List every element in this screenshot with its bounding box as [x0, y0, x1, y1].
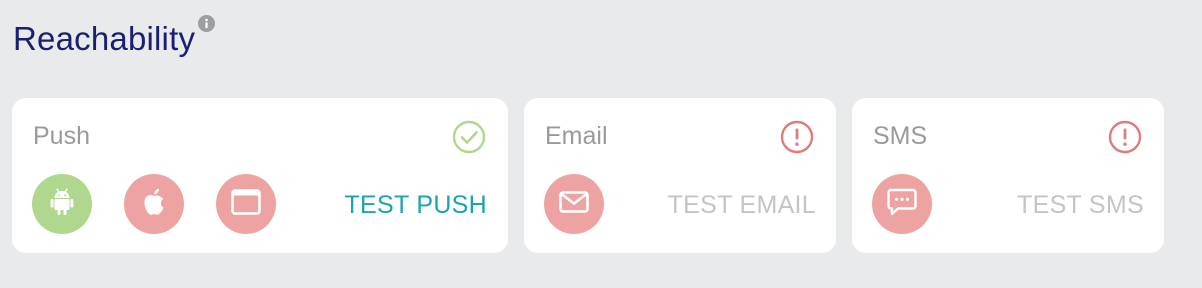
reachability-header: Reachability: [13, 14, 216, 64]
check-circle-icon: [452, 120, 486, 154]
sms-card: SMS TEST SMS: [852, 98, 1164, 253]
push-label: Push: [33, 122, 90, 150]
page-title: Reachability: [13, 20, 196, 57]
sms-channel-button[interactable]: [872, 174, 932, 234]
email-label: Email: [545, 122, 608, 150]
sms-label: SMS: [873, 122, 928, 150]
test-email-button[interactable]: TEST EMAIL: [668, 189, 816, 221]
apple-icon: [141, 187, 167, 222]
info-icon[interactable]: [198, 15, 216, 32]
browser-window-icon: [231, 188, 261, 220]
test-push-button[interactable]: TEST PUSH: [344, 189, 487, 221]
envelope-icon: [559, 190, 589, 218]
test-sms-button[interactable]: TEST SMS: [1017, 189, 1144, 221]
alert-circle-icon: [1108, 120, 1142, 154]
email-card: Email TEST EMAIL: [524, 98, 836, 253]
alert-circle-icon: [780, 120, 814, 154]
web-button[interactable]: [216, 174, 276, 234]
email-channel-button[interactable]: [544, 174, 604, 234]
push-card: Push TEST PUSH: [12, 98, 508, 253]
android-button[interactable]: [32, 174, 92, 234]
chat-bubble-icon: [887, 188, 917, 221]
apple-button[interactable]: [124, 174, 184, 234]
android-icon: [50, 187, 74, 221]
